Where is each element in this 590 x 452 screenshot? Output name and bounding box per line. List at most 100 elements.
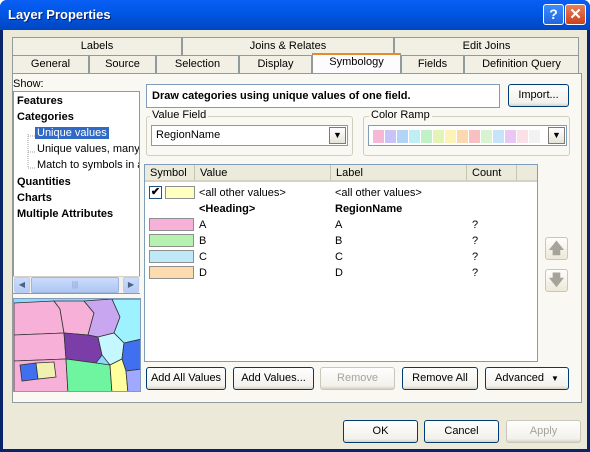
chevron-down-icon[interactable]: ▼ bbox=[329, 127, 346, 144]
column-header-label[interactable]: Label bbox=[331, 165, 467, 182]
cell-label: RegionName bbox=[335, 203, 403, 215]
tree-horizontal-scrollbar[interactable]: ◀ ||| ▶ bbox=[13, 276, 140, 293]
move-down-icon[interactable]: 🡇 bbox=[545, 269, 568, 292]
tab-labels[interactable]: Labels bbox=[12, 37, 182, 55]
cell-value: <all other values> bbox=[199, 187, 286, 199]
table-row[interactable]: A A? bbox=[145, 217, 537, 233]
color-ramp-swatch bbox=[469, 130, 480, 143]
tab-edit-joins[interactable]: Edit Joins bbox=[394, 37, 579, 55]
scrollbar-thumb[interactable]: ||| bbox=[31, 277, 119, 293]
symbol-value-table[interactable]: Symbol Value Label Count ✔ <all other val… bbox=[144, 164, 538, 362]
symbol-swatch[interactable] bbox=[165, 186, 195, 199]
symbol-swatch[interactable] bbox=[149, 266, 194, 279]
tree-item-charts[interactable]: Charts bbox=[17, 192, 52, 204]
color-ramp-label: Color Ramp bbox=[369, 109, 432, 121]
color-ramp-swatch bbox=[517, 130, 528, 143]
cell-count: ? bbox=[472, 219, 479, 231]
cell-label: C bbox=[335, 251, 343, 263]
cell-value: <Heading> bbox=[199, 203, 256, 215]
color-ramp-swatch bbox=[433, 130, 444, 143]
tree-item-features[interactable]: Features bbox=[17, 95, 63, 107]
add-all-values-button[interactable]: Add All Values bbox=[146, 367, 226, 390]
tab-source[interactable]: Source bbox=[89, 55, 156, 73]
color-ramp-swatch bbox=[445, 130, 456, 143]
tree-item-quantities[interactable]: Quantities bbox=[17, 176, 71, 188]
table-row[interactable]: <Heading> RegionName bbox=[145, 201, 537, 217]
map-preview-image bbox=[14, 299, 140, 391]
apply-button[interactable]: Apply bbox=[506, 420, 581, 443]
column-header-count[interactable]: Count bbox=[467, 165, 517, 182]
cell-label: D bbox=[335, 267, 343, 279]
color-ramp-swatch bbox=[421, 130, 432, 143]
cell-label: A bbox=[335, 219, 343, 231]
cell-value: B bbox=[199, 235, 207, 247]
tab-definition-query[interactable]: Definition Query bbox=[464, 55, 579, 73]
ok-button[interactable]: OK bbox=[343, 420, 418, 443]
tab-selection[interactable]: Selection bbox=[156, 55, 239, 73]
tree-connector-lines bbox=[27, 134, 35, 169]
close-icon[interactable]: ✕ bbox=[565, 4, 586, 25]
help-icon[interactable]: ? bbox=[543, 4, 564, 25]
value-field-value: RegionName bbox=[156, 129, 221, 141]
color-ramp-swatch bbox=[385, 130, 396, 143]
cell-value: C bbox=[199, 251, 207, 263]
symbol-swatch[interactable] bbox=[149, 218, 194, 231]
cell-label: <all other values> bbox=[335, 187, 422, 199]
table-row[interactable]: ✔ <all other values> <all other values> bbox=[145, 185, 537, 201]
cell-count: ? bbox=[472, 251, 479, 263]
color-ramp-swatch bbox=[397, 130, 408, 143]
cell-value: D bbox=[199, 267, 207, 279]
table-row[interactable]: D D? bbox=[145, 265, 537, 281]
color-ramp-swatch bbox=[409, 130, 420, 143]
advanced-button[interactable]: Advanced ▼ bbox=[485, 367, 569, 390]
title-bar[interactable]: Layer Properties ? ✕ bbox=[0, 0, 590, 30]
value-field-label: Value Field bbox=[150, 109, 209, 121]
column-header-symbol[interactable]: Symbol bbox=[145, 165, 195, 182]
add-values-button[interactable]: Add Values... bbox=[233, 367, 314, 390]
chevron-down-icon: ▼ bbox=[551, 374, 559, 383]
window-title: Layer Properties bbox=[8, 7, 111, 22]
table-row[interactable]: C C? bbox=[145, 249, 537, 265]
color-ramp-combobox[interactable]: ▼ bbox=[368, 125, 567, 146]
remove-all-button[interactable]: Remove All bbox=[402, 367, 478, 390]
color-ramp-swatch bbox=[481, 130, 492, 143]
map-preview bbox=[13, 298, 141, 392]
remove-button[interactable]: Remove bbox=[320, 367, 395, 390]
tree-item-categories[interactable]: Categories bbox=[17, 111, 74, 123]
symbol-swatch[interactable] bbox=[149, 234, 194, 247]
tree-item-unique-values-many[interactable]: Unique values, many f bbox=[37, 143, 139, 155]
cancel-button[interactable]: Cancel bbox=[424, 420, 499, 443]
color-ramp-swatch bbox=[373, 130, 384, 143]
move-up-icon[interactable]: 🡅 bbox=[545, 237, 568, 260]
color-ramp-swatch bbox=[529, 130, 540, 143]
symbol-swatch[interactable] bbox=[149, 250, 194, 263]
column-header-filler bbox=[517, 165, 537, 182]
color-ramp-swatch bbox=[505, 130, 516, 143]
show-tree[interactable]: Features Categories Unique values Unique… bbox=[13, 91, 140, 294]
chevron-down-icon[interactable]: ▼ bbox=[548, 127, 565, 144]
color-ramp-swatch bbox=[457, 130, 468, 143]
tab-symbology[interactable]: Symbology bbox=[312, 53, 401, 73]
column-header-value[interactable]: Value bbox=[195, 165, 331, 182]
scroll-left-icon[interactable]: ◀ bbox=[14, 277, 30, 293]
layer-properties-window: Layer Properties ? ✕ Labels Joins & Rela… bbox=[0, 0, 590, 452]
value-field-combobox[interactable]: RegionName ▼ bbox=[151, 125, 348, 146]
tab-fields[interactable]: Fields bbox=[401, 55, 464, 73]
cell-label: B bbox=[335, 235, 343, 247]
advanced-label: Advanced bbox=[495, 372, 544, 384]
tree-item-match-to-symbols[interactable]: Match to symbols in a bbox=[37, 159, 139, 171]
checkmark-icon[interactable]: ✔ bbox=[149, 186, 162, 199]
cell-count: ? bbox=[472, 267, 479, 279]
tree-item-multiple-attributes[interactable]: Multiple Attributes bbox=[17, 208, 113, 220]
tab-general[interactable]: General bbox=[12, 55, 89, 73]
show-label: Show: bbox=[13, 78, 44, 90]
description-bar: Draw categories using unique values of o… bbox=[146, 84, 500, 108]
scroll-right-icon[interactable]: ▶ bbox=[123, 277, 139, 293]
table-row[interactable]: B B? bbox=[145, 233, 537, 249]
import-button[interactable]: Import... bbox=[508, 84, 569, 107]
tab-display[interactable]: Display bbox=[239, 55, 312, 73]
cell-count: ? bbox=[472, 235, 479, 247]
tree-item-unique-values[interactable]: Unique values bbox=[35, 127, 109, 139]
color-ramp-swatch bbox=[493, 130, 504, 143]
cell-value: A bbox=[199, 219, 207, 231]
